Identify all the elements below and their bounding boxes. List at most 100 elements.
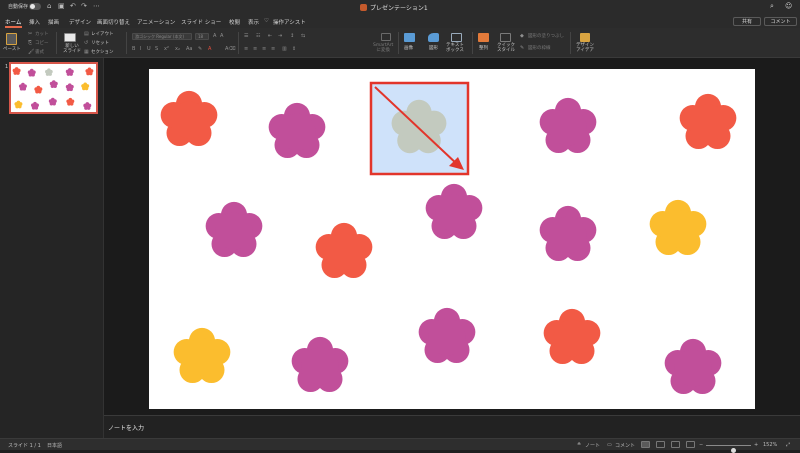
new-slide-button[interactable]: 新しい スライド (63, 44, 81, 54)
redo-icon[interactable]: ↷ (81, 2, 87, 10)
reading-view-button[interactable] (671, 441, 680, 448)
thumbnail-flower[interactable] (14, 100, 23, 109)
copy-button[interactable]: コピー (35, 41, 49, 46)
align-center-icon[interactable]: ≡ (253, 46, 257, 52)
thumbnail-flower[interactable] (66, 97, 75, 106)
tab-insert[interactable]: 挿入 (29, 18, 40, 26)
copy-icon[interactable]: ⎘ (28, 40, 32, 46)
shape-button[interactable]: 図形 (429, 46, 438, 51)
pen-icon[interactable]: ✎ (520, 45, 524, 51)
increase-indent-icon[interactable]: ⇥ (278, 33, 282, 39)
tab-transitions[interactable]: 画面切り替え (97, 18, 130, 26)
flower-shape[interactable] (315, 222, 373, 279)
autosave-toggle[interactable] (29, 3, 41, 10)
numbering-icon[interactable]: ☷ (256, 33, 260, 39)
shape-icon[interactable] (428, 33, 439, 42)
share-button[interactable]: 共有 (733, 17, 761, 26)
align-right-icon[interactable]: ≡ (262, 46, 266, 52)
section-button[interactable]: セクション (91, 50, 114, 55)
italic-icon[interactable]: I (140, 46, 141, 52)
format-painter-icon[interactable]: 🖌 (28, 49, 34, 55)
columns-icon[interactable]: ▥ (282, 46, 287, 52)
slide-sorter-button[interactable] (656, 441, 665, 448)
thumbnail-flower[interactable] (81, 82, 90, 91)
comments-toggle[interactable]: コメント (615, 442, 635, 449)
tab-slideshow[interactable]: スライド ショー (181, 18, 221, 26)
thumbnail-flower[interactable] (12, 67, 21, 75)
text-direction-icon[interactable]: ⇆ (301, 33, 305, 39)
layout-button[interactable]: レイアウト (91, 32, 114, 37)
textbox-button[interactable]: テキスト ボックス (446, 43, 464, 53)
shape-fill-button[interactable]: 図形の塗りつぶし (528, 34, 564, 39)
quick-style-icon[interactable] (500, 33, 511, 42)
change-case-icon[interactable]: Aa (186, 46, 192, 52)
tab-review[interactable]: 校閲 (229, 18, 240, 26)
flower-shape[interactable] (268, 102, 326, 159)
section-icon[interactable]: ▦ (84, 49, 89, 55)
align-text-icon[interactable]: ⇕ (292, 46, 296, 52)
slide-thumbnail[interactable] (9, 62, 98, 114)
subscript-icon[interactable]: x₂ (175, 46, 180, 52)
thumbnail-flower[interactable] (18, 82, 27, 91)
tab-tell-me[interactable]: 操作アシスト (273, 18, 306, 26)
image-button[interactable]: 画像 (404, 46, 413, 51)
slide-canvas[interactable] (149, 69, 755, 409)
slideshow-button[interactable] (686, 441, 695, 448)
thumbnail-flower[interactable] (27, 68, 36, 77)
thumbnail-flower[interactable] (85, 67, 94, 76)
zoom-slider-thumb[interactable] (731, 448, 737, 453)
save-icon[interactable]: ▣ (58, 2, 65, 10)
underline-icon[interactable]: U (147, 46, 151, 52)
quick-style-button[interactable]: クイック スタイル (497, 43, 515, 53)
flower-shape[interactable] (679, 93, 737, 150)
search-icon[interactable]: ⌕ (770, 2, 774, 11)
smartart-button[interactable]: SmartArt に変換 (373, 43, 393, 53)
cut-icon[interactable]: ✂ (28, 31, 32, 37)
font-name-combo[interactable]: 游ゴシック Regular (本文) (132, 33, 192, 40)
flower-shape[interactable] (418, 307, 476, 364)
comments-icon[interactable]: ▭ (607, 442, 612, 448)
tab-design[interactable]: デザイン (69, 18, 91, 26)
smartart-icon[interactable] (381, 33, 391, 41)
tab-draw[interactable]: 描画 (48, 18, 59, 26)
account-icon[interactable]: ☺ (785, 2, 792, 10)
tab-animations[interactable]: アニメーション (137, 18, 175, 26)
flower-shape[interactable] (539, 205, 597, 262)
design-ideas-button[interactable]: デザイン アイデア (576, 43, 594, 53)
layout-icon[interactable]: ▤ (84, 31, 89, 37)
shrink-font-icon[interactable]: A (220, 33, 223, 39)
more-icon[interactable]: ⋯ (93, 2, 100, 10)
tab-view[interactable]: 表示 (248, 18, 259, 26)
notes-icon[interactable]: ≙ (577, 442, 581, 448)
grow-font-icon[interactable]: A (213, 33, 216, 39)
flower-shape[interactable] (291, 336, 349, 393)
clear-format-icon[interactable]: A⌫ (225, 46, 236, 52)
font-size-combo[interactable]: 18 (195, 33, 209, 40)
home-icon[interactable]: ⌂ (47, 2, 51, 10)
line-spacing-icon[interactable]: ↕ (290, 33, 294, 39)
flower-shape[interactable] (539, 97, 597, 154)
thumbnail-flower[interactable] (49, 80, 58, 88)
zoom-slider[interactable] (706, 445, 751, 453)
language-indicator[interactable]: 日本語 (47, 442, 62, 449)
notes-pane[interactable]: ノートを入力 (104, 415, 800, 438)
flower-shape[interactable] (160, 90, 218, 147)
tab-home[interactable]: ホーム (5, 18, 21, 26)
zoom-out-icon[interactable]: − (699, 442, 703, 448)
align-left-icon[interactable]: ≡ (244, 46, 248, 52)
flower-shape[interactable] (543, 308, 601, 365)
thumbnail-flower[interactable] (45, 68, 53, 76)
thumbnail-flower[interactable] (65, 68, 74, 76)
paint-bucket-icon[interactable]: ◆ (520, 33, 524, 39)
thumbnail-flower[interactable] (48, 97, 57, 106)
undo-icon[interactable]: ↶ (70, 2, 76, 10)
notes-toggle[interactable]: ノート (585, 442, 600, 449)
comments-button[interactable]: コメント (764, 17, 797, 26)
cut-button[interactable]: カット (35, 32, 49, 37)
flower-shape[interactable] (649, 199, 707, 256)
format-painter-button[interactable]: 書式 (35, 50, 44, 55)
strikethrough-icon[interactable]: S (155, 46, 158, 52)
textbox-icon[interactable] (451, 33, 462, 42)
thumbnail-flower[interactable] (34, 85, 43, 94)
arrange-button[interactable]: 整列 (479, 46, 488, 51)
